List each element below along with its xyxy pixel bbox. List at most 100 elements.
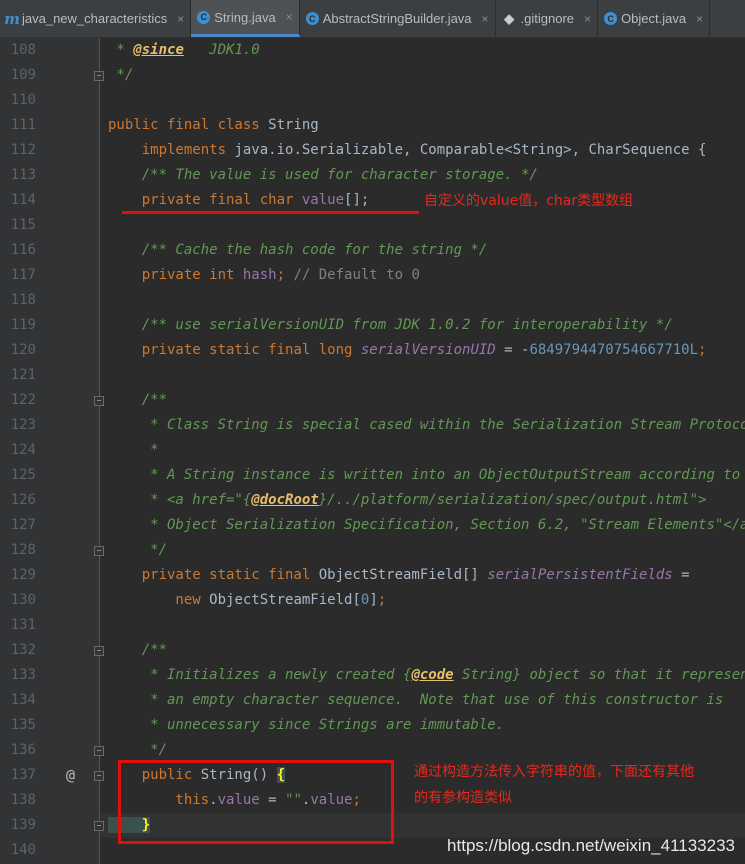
tab-label: java_new_characteristics bbox=[22, 11, 168, 26]
fold-marker-icon[interactable] bbox=[94, 771, 104, 781]
close-icon[interactable]: × bbox=[696, 12, 703, 26]
code-line[interactable]: 119 /** use serialVersionUID from JDK 1.… bbox=[0, 313, 745, 338]
code-token: java.io.Serializable, Comparable<String>… bbox=[234, 142, 707, 158]
fold-marker-icon[interactable] bbox=[94, 746, 104, 756]
code-line[interactable]: 114 private final char value[]; bbox=[0, 188, 745, 213]
code-line[interactable]: 132 /** bbox=[0, 638, 745, 663]
code-line[interactable]: 112 implements java.io.Serializable, Com… bbox=[0, 138, 745, 163]
code-line[interactable]: 134 * an empty character sequence. Note … bbox=[0, 688, 745, 713]
code-token: * <a href="{ bbox=[108, 492, 252, 508]
line-number: 122 bbox=[10, 392, 36, 408]
code-token: /** bbox=[108, 642, 168, 658]
line-number: 116 bbox=[10, 242, 36, 258]
code-line[interactable]: 131 bbox=[0, 613, 745, 638]
line-number: 124 bbox=[10, 442, 36, 458]
module-icon: m bbox=[4, 9, 20, 28]
code-text: private static final ObjectStreamField[]… bbox=[108, 563, 690, 588]
code-line[interactable]: 127 * Object Serialization Specification… bbox=[0, 513, 745, 538]
code-token: * an empty character sequence. Note that… bbox=[108, 692, 724, 708]
code-token: private static final long bbox=[108, 342, 361, 358]
code-line[interactable]: 116 /** Cache the hash code for the stri… bbox=[0, 238, 745, 263]
code-token: = - bbox=[495, 342, 530, 358]
class-icon: C bbox=[197, 10, 211, 24]
code-token: JDK1.0 bbox=[183, 42, 260, 58]
line-number: 121 bbox=[10, 367, 36, 383]
watermark: https://blog.csdn.net/weixin_41133233 bbox=[447, 836, 735, 855]
code-text: * A String instance is written into an O… bbox=[108, 463, 740, 488]
close-icon[interactable]: × bbox=[177, 12, 184, 26]
code-line[interactable]: 125 * A String instance is written into … bbox=[0, 463, 745, 488]
code-token: public final class bbox=[108, 117, 269, 133]
line-number: 123 bbox=[10, 417, 36, 433]
code-line[interactable]: 115 bbox=[0, 213, 745, 238]
line-number: 137 bbox=[10, 767, 36, 783]
tab-java-new-characteristics[interactable]: m java_new_characteristics × bbox=[0, 0, 192, 37]
close-icon[interactable]: × bbox=[584, 12, 591, 26]
fold-marker-icon[interactable] bbox=[94, 396, 104, 406]
code-token: * Object Serialization Specification, Se… bbox=[108, 517, 745, 533]
constructor-highlight-box bbox=[118, 760, 394, 844]
fold-marker-icon[interactable] bbox=[94, 821, 104, 831]
code-line[interactable]: 133 * Initializes a newly created {@code… bbox=[0, 663, 745, 688]
code-line[interactable]: 117 private int hash; // Default to 0 bbox=[0, 263, 745, 288]
line-number: 113 bbox=[10, 167, 36, 183]
code-text: * <a href="{@docRoot}/../platform/serial… bbox=[108, 488, 706, 513]
line-number: 135 bbox=[10, 717, 36, 733]
code-line[interactable]: 128 */ bbox=[0, 538, 745, 563]
code-token: */ bbox=[108, 542, 168, 558]
code-line[interactable]: 126 * <a href="{@docRoot}/../platform/se… bbox=[0, 488, 745, 513]
override-marker-icon[interactable]: @ bbox=[66, 763, 75, 788]
code-line[interactable]: 120 private static final long serialVers… bbox=[0, 338, 745, 363]
fold-marker-icon[interactable] bbox=[94, 646, 104, 656]
code-line[interactable]: 123 * Class String is special cased with… bbox=[0, 413, 745, 438]
code-text: * an empty character sequence. Note that… bbox=[108, 688, 723, 713]
code-line[interactable]: 113 /** The value is used for character … bbox=[0, 163, 745, 188]
code-token: String} object so that it represents bbox=[453, 667, 745, 683]
fold-marker-icon[interactable] bbox=[94, 546, 104, 556]
line-number: 136 bbox=[10, 742, 36, 758]
line-number: 131 bbox=[10, 617, 36, 633]
annotation-constructor-line2: 的有参构造类似 bbox=[414, 790, 512, 806]
code-token: /** bbox=[108, 392, 168, 408]
code-line[interactable]: 121 bbox=[0, 363, 745, 388]
line-number: 138 bbox=[10, 792, 36, 808]
code-token: ; bbox=[698, 342, 707, 358]
code-editor[interactable]: 108 * @since JDK1.0 109 */ 110 111 public fi… bbox=[0, 38, 745, 864]
close-icon[interactable]: × bbox=[286, 10, 293, 24]
code-token: /** Cache the hash code for the string *… bbox=[108, 242, 488, 258]
code-line[interactable]: 130 new ObjectStreamField[0]; bbox=[0, 588, 745, 613]
code-token: serialPersistentFields bbox=[487, 567, 673, 583]
annotation-value-field: 自定义的value值，char类型数组 bbox=[424, 193, 634, 209]
code-line[interactable]: 135 * unnecessary since Strings are immu… bbox=[0, 713, 745, 738]
code-line[interactable]: 118 bbox=[0, 288, 745, 313]
tab-abstract-string-builder[interactable]: C AbstractStringBuilder.java × bbox=[300, 0, 496, 37]
code-token: ; bbox=[276, 267, 294, 283]
code-text: * Object Serialization Specification, Se… bbox=[108, 513, 745, 538]
code-line[interactable]: 124 * bbox=[0, 438, 745, 463]
fold-marker-icon[interactable] bbox=[94, 71, 104, 81]
tab-gitignore[interactable]: ◆ .gitignore × bbox=[496, 0, 599, 37]
git-icon: ◆ bbox=[504, 10, 515, 26]
line-number: 140 bbox=[10, 842, 36, 858]
line-number: 139 bbox=[10, 817, 36, 833]
code-text: private int hash; // Default to 0 bbox=[108, 263, 420, 288]
code-token: new bbox=[108, 592, 210, 608]
code-text: * @since JDK1.0 bbox=[108, 38, 260, 63]
code-line[interactable]: 109 */ bbox=[0, 63, 745, 88]
code-token: * A String instance is written into an O… bbox=[108, 467, 741, 483]
line-number: 110 bbox=[10, 92, 36, 108]
code-line[interactable]: 122 /** bbox=[0, 388, 745, 413]
code-line[interactable]: 108 * @since JDK1.0 bbox=[0, 38, 745, 63]
tab-label: .gitignore bbox=[520, 11, 575, 26]
tab-object-java[interactable]: C Object.java × bbox=[598, 0, 711, 37]
code-text: implements java.io.Serializable, Compara… bbox=[108, 138, 707, 163]
tab-string-java[interactable]: C String.java × bbox=[191, 0, 300, 37]
code-line[interactable]: 129 private static final ObjectStreamFie… bbox=[0, 563, 745, 588]
code-text: * unnecessary since Strings are immutabl… bbox=[108, 713, 504, 738]
code-token: @code bbox=[411, 667, 454, 683]
line-number: 118 bbox=[10, 292, 36, 308]
code-line[interactable]: 110 bbox=[0, 88, 745, 113]
close-icon[interactable]: × bbox=[482, 12, 489, 26]
line-number: 128 bbox=[10, 542, 36, 558]
code-line[interactable]: 111 public final class String bbox=[0, 113, 745, 138]
